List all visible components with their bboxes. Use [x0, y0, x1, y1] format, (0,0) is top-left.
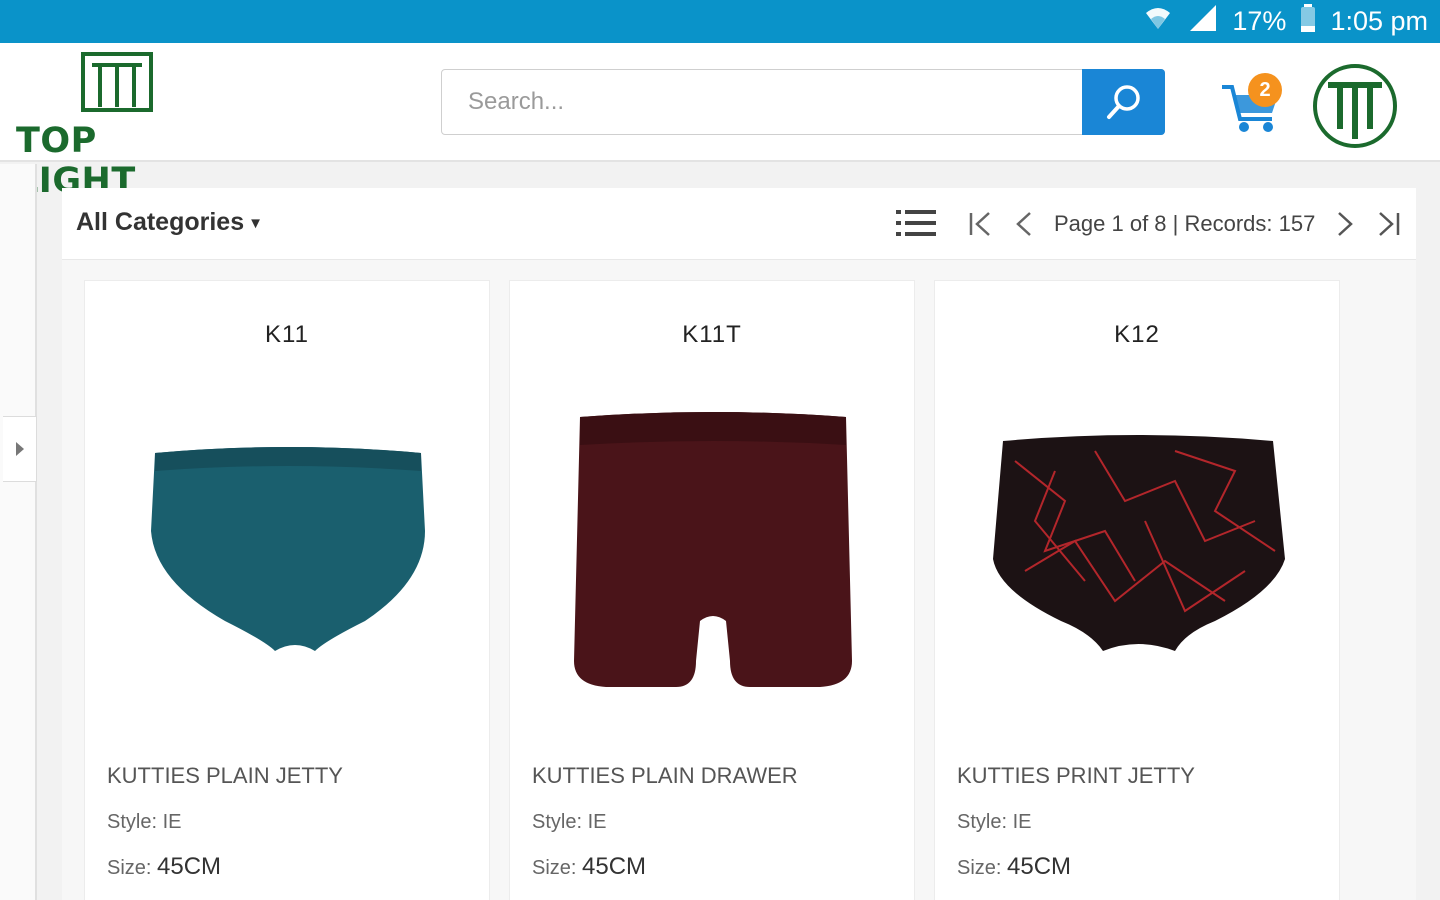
- product-card[interactable]: K11T KUTTIES PLAIN DRAWER Style: IE Size…: [509, 280, 915, 900]
- wifi-icon: [1142, 3, 1174, 40]
- search-bar: [441, 69, 1165, 135]
- product-style: Style: IE: [107, 811, 182, 833]
- avatar[interactable]: [1312, 63, 1398, 149]
- logo-mark-icon: [81, 52, 153, 112]
- status-bar: 17% 1:05 pm: [0, 0, 1440, 43]
- product-image: [151, 447, 425, 651]
- last-page-button[interactable]: [1367, 202, 1411, 246]
- product-card[interactable]: K12 KUTTIES PRINT JETTY Style: IE Size: …: [934, 280, 1340, 900]
- caret-down-icon: ▼: [248, 214, 263, 232]
- category-dropdown[interactable]: All Categories ▼: [76, 208, 263, 237]
- product-card[interactable]: K11 KUTTIES PLAIN JETTY Style: IE Size: …: [84, 280, 490, 900]
- chevron-right-icon: [1338, 212, 1354, 236]
- sidebar-toggle-button[interactable]: [3, 416, 37, 482]
- product-panel: All Categories ▼ Page 1 of 8 | Records: 1…: [62, 188, 1416, 900]
- cart-count-badge: 2: [1248, 73, 1282, 107]
- product-size: Size: 45CM: [107, 853, 222, 880]
- catalog-toolbar: All Categories ▼ Page 1 of 8 | Records: 1…: [62, 188, 1416, 260]
- product-image: [574, 412, 852, 687]
- product-code: K11: [265, 321, 309, 348]
- list-view-button[interactable]: [896, 208, 936, 243]
- chevron-left-icon: [1016, 212, 1031, 236]
- pager-status: Page 1 of 8 | Records: 157: [1054, 211, 1316, 236]
- list-icon: [896, 210, 936, 236]
- product-style: Style: IE: [532, 811, 607, 833]
- search-input[interactable]: [442, 70, 1082, 134]
- sidebar-collapsed: [0, 164, 37, 900]
- product-image: [993, 435, 1285, 651]
- category-label: All Categories: [76, 208, 245, 236]
- product-code: K11T: [682, 321, 742, 348]
- prev-page-button[interactable]: [1002, 202, 1046, 246]
- clock: 1:05 pm: [1330, 6, 1428, 36]
- app-header: TOP LIGHT 2: [0, 43, 1440, 201]
- product-size: Size: 45CM: [532, 853, 647, 880]
- first-page-button[interactable]: [958, 202, 1002, 246]
- search-icon: [1106, 85, 1140, 119]
- product-name: KUTTIES PLAIN DRAWER: [532, 763, 798, 788]
- last-page-icon: [1379, 212, 1400, 236]
- product-code: K12: [1114, 321, 1160, 348]
- battery-percent: 17%: [1232, 6, 1287, 36]
- user-logo-icon: [1313, 64, 1397, 148]
- first-page-icon: [969, 212, 990, 236]
- product-style: Style: IE: [957, 811, 1032, 833]
- battery-icon: [1300, 4, 1316, 39]
- cart-button[interactable]: 2: [1220, 71, 1290, 135]
- search-button[interactable]: [1082, 69, 1165, 135]
- brand-logo[interactable]: TOP LIGHT: [16, 51, 220, 201]
- pagination: Page 1 of 8 | Records: 157: [958, 202, 1411, 246]
- product-name: KUTTIES PRINT JETTY: [957, 763, 1195, 788]
- signal-icon: [1188, 3, 1218, 40]
- product-size: Size: 45CM: [957, 853, 1072, 880]
- product-name: KUTTIES PLAIN JETTY: [107, 763, 343, 788]
- next-page-button[interactable]: [1323, 202, 1367, 246]
- chevron-right-icon: [15, 442, 24, 456]
